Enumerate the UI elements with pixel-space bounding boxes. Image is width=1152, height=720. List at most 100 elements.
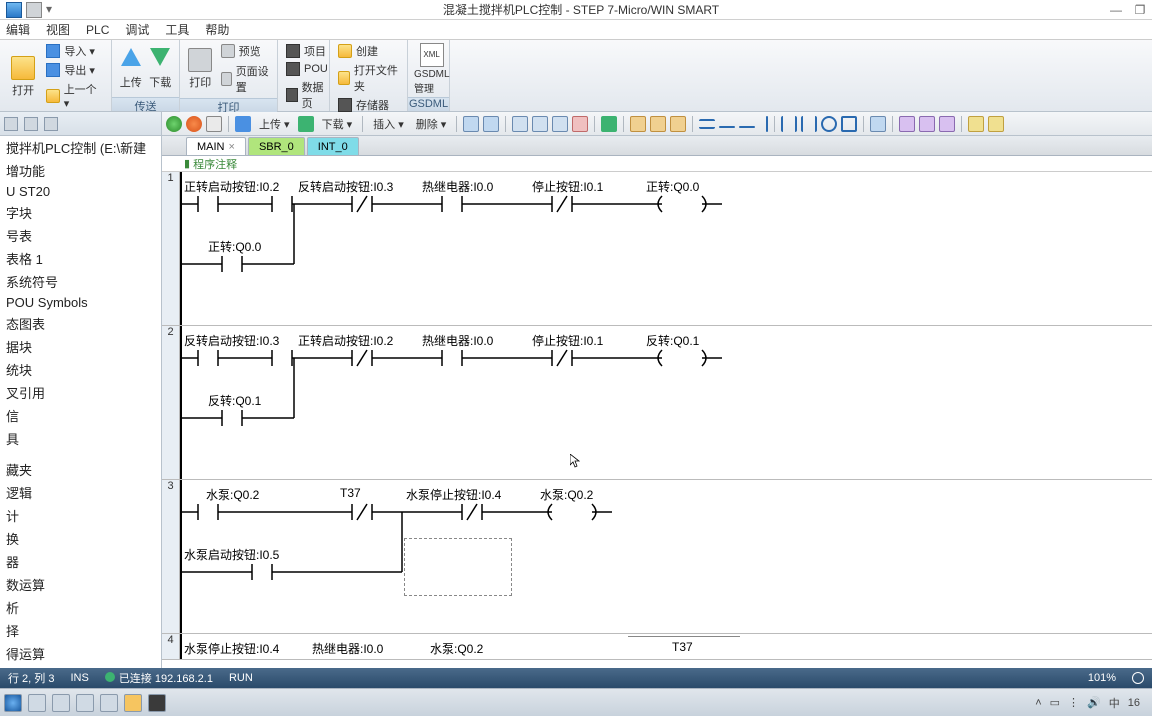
- taskbar-app-icon[interactable]: [124, 694, 142, 712]
- ladder-editor[interactable]: 1: [162, 172, 1152, 668]
- tray-battery-icon[interactable]: ▭: [1050, 696, 1060, 709]
- tree-item[interactable]: 叉引用: [0, 381, 161, 404]
- preview-button[interactable]: 预览: [219, 42, 271, 60]
- tree-item[interactable]: 系统符号: [0, 270, 161, 293]
- tree-item[interactable]: 得运算: [0, 642, 161, 665]
- export-button[interactable]: 导出 ▾: [44, 61, 105, 79]
- tree-item[interactable]: 增功能: [0, 159, 161, 182]
- tb-icon[interactable]: [630, 116, 646, 132]
- tb-icon[interactable]: [552, 116, 568, 132]
- tb-icon[interactable]: [512, 116, 528, 132]
- prev-button[interactable]: 上一个 ▾: [44, 80, 105, 111]
- tb-icon[interactable]: [870, 116, 886, 132]
- tray-volume-icon[interactable]: 🔊: [1087, 696, 1101, 709]
- sidebar-icon-2[interactable]: [24, 117, 38, 131]
- tree-item[interactable]: 搅拌机PLC控制 (E:\新建: [0, 136, 161, 159]
- sidebar-icon-3[interactable]: [44, 117, 58, 131]
- project-tree[interactable]: 搅拌机PLC控制 (E:\新建 增功能 U ST20 字块 号表 表格 1 系统…: [0, 136, 161, 668]
- tab-main[interactable]: MAIN ×: [186, 137, 246, 155]
- tb-icon[interactable]: [919, 116, 935, 132]
- taskbar-app-icon[interactable]: [4, 694, 22, 712]
- tree-item[interactable]: 字块: [0, 201, 161, 224]
- save-icon[interactable]: [6, 2, 22, 18]
- taskbar-app-icon[interactable]: [28, 694, 46, 712]
- download-dropdown[interactable]: 下载 ▾: [318, 116, 357, 132]
- tb-icon[interactable]: [670, 116, 686, 132]
- tb-icon[interactable]: [601, 116, 617, 132]
- tree-item[interactable]: 器: [0, 550, 161, 573]
- menu-plc[interactable]: PLC: [86, 23, 109, 37]
- nc-contact-icon[interactable]: [801, 116, 817, 132]
- tree-item[interactable]: 具: [0, 427, 161, 450]
- download-button[interactable]: 下载: [148, 48, 174, 90]
- tree-item[interactable]: 换: [0, 527, 161, 550]
- tb-icon[interactable]: [463, 116, 479, 132]
- tree-item[interactable]: 数运算: [0, 573, 161, 596]
- tab-int0[interactable]: INT_0: [307, 137, 359, 155]
- tree-item[interactable]: 析: [0, 596, 161, 619]
- taskbar-app-icon[interactable]: [100, 694, 118, 712]
- zoom-slider-icon[interactable]: [1132, 672, 1144, 684]
- tree-item[interactable]: 信: [0, 404, 161, 427]
- tree-item[interactable]: 逻辑: [0, 481, 161, 504]
- minimize-button[interactable]: —: [1104, 3, 1128, 17]
- stop-icon[interactable]: [186, 116, 202, 132]
- upload-button[interactable]: 上传: [118, 48, 144, 90]
- gsdml-button[interactable]: XMLGSDML 管理: [414, 43, 449, 95]
- rung-3[interactable]: 3: [162, 480, 1152, 634]
- tb-icon[interactable]: [572, 116, 588, 132]
- menu-view[interactable]: 视图: [46, 21, 70, 38]
- line-right-icon[interactable]: [719, 126, 735, 128]
- tb-icon[interactable]: [650, 116, 666, 132]
- rung-1[interactable]: 1: [162, 172, 1152, 326]
- tb-icon[interactable]: [939, 116, 955, 132]
- status-zoom[interactable]: 101%: [1088, 672, 1116, 684]
- qat-dropdown-icon[interactable]: ▾: [46, 2, 52, 18]
- box-icon[interactable]: [841, 116, 857, 132]
- upload-dropdown[interactable]: 上传 ▾: [255, 116, 294, 132]
- rung-2[interactable]: 2: [162, 326, 1152, 480]
- tab-sbr0[interactable]: SBR_0: [248, 137, 305, 155]
- coil-icon[interactable]: [821, 116, 837, 132]
- tray-ime[interactable]: 中: [1109, 695, 1120, 711]
- tb-icon[interactable]: [968, 116, 984, 132]
- taskbar-app-icon[interactable]: [148, 694, 166, 712]
- open-button[interactable]: 打开: [6, 56, 40, 98]
- datapage-button[interactable]: 数据页: [284, 78, 330, 112]
- tb-icon[interactable]: [988, 116, 1004, 132]
- tray-clock[interactable]: 16: [1128, 697, 1140, 709]
- menu-debug[interactable]: 调试: [125, 21, 149, 38]
- compile-icon[interactable]: [206, 116, 222, 132]
- tree-item[interactable]: 计: [0, 504, 161, 527]
- menu-edit[interactable]: 编辑: [6, 21, 30, 38]
- tb-icon[interactable]: [899, 116, 915, 132]
- delete-dropdown[interactable]: 删除 ▾: [412, 116, 451, 132]
- close-icon[interactable]: ×: [229, 141, 235, 153]
- tree-item[interactable]: 统块: [0, 358, 161, 381]
- print-icon[interactable]: [26, 2, 42, 18]
- taskbar-app-icon[interactable]: [52, 694, 70, 712]
- download-arrow-icon[interactable]: [298, 116, 314, 132]
- maximize-button[interactable]: ❐: [1128, 3, 1152, 17]
- tb-icon[interactable]: [532, 116, 548, 132]
- pou-button[interactable]: POU: [284, 61, 330, 77]
- tray-wifi-icon[interactable]: ⋮: [1068, 696, 1079, 709]
- menu-help[interactable]: 帮助: [205, 21, 229, 38]
- tb-icon[interactable]: [483, 116, 499, 132]
- taskbar-app-icon[interactable]: [76, 694, 94, 712]
- tree-item[interactable]: 据块: [0, 335, 161, 358]
- line-left-icon[interactable]: [739, 126, 755, 128]
- project-button[interactable]: 项目: [284, 42, 330, 60]
- page-setup-button[interactable]: 页面设置: [219, 62, 271, 96]
- tree-item[interactable]: U ST20: [0, 182, 161, 201]
- line-down-icon[interactable]: [766, 116, 768, 132]
- contact-icon[interactable]: [699, 119, 715, 129]
- run-icon[interactable]: [166, 116, 182, 132]
- upload-arrow-icon[interactable]: [235, 116, 251, 132]
- tree-item[interactable]: POU Symbols: [0, 293, 161, 312]
- tree-item[interactable]: 态图表: [0, 312, 161, 335]
- print-button[interactable]: 打印: [186, 48, 215, 90]
- tree-item[interactable]: 表格 1: [0, 247, 161, 270]
- rung-4[interactable]: 4 水泵停止按钮:I0.4 热继电器:I0.0 水泵:Q0.2 T37: [162, 634, 1152, 660]
- import-button[interactable]: 导入 ▾: [44, 42, 105, 60]
